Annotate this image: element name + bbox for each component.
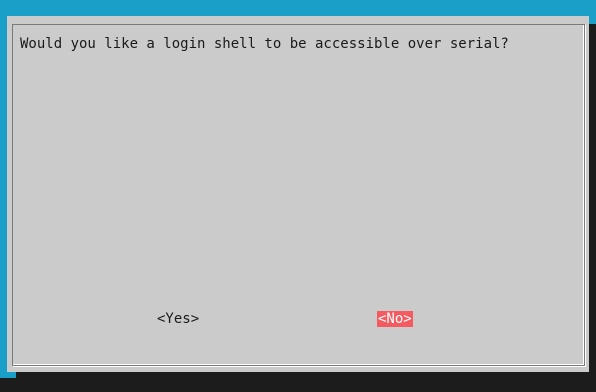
dialog-frame bbox=[12, 24, 585, 366]
yes-button[interactable]: <Yes> bbox=[156, 311, 200, 327]
terminal-bottom-bar bbox=[0, 378, 596, 392]
dialog-message: Would you like a login shell to be acces… bbox=[20, 36, 509, 52]
confirmation-dialog bbox=[7, 16, 589, 372]
no-button[interactable]: <No> bbox=[377, 311, 413, 327]
